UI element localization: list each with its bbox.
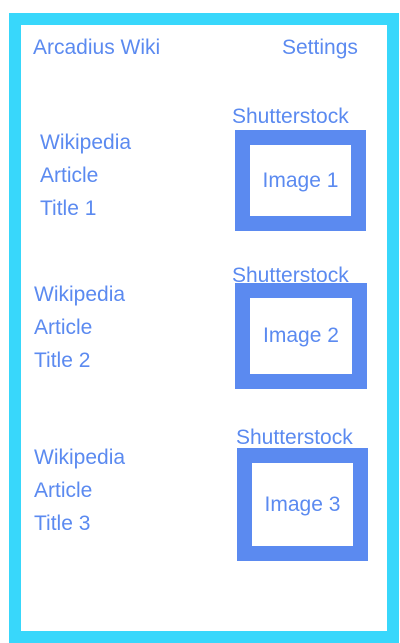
image-placeholder-label: Image 1 <box>262 168 339 192</box>
image-credit-3: Shutterstock <box>236 426 353 449</box>
article-image-2[interactable]: Image 2 <box>235 283 367 389</box>
app-title: Arcadius Wiki <box>33 36 161 59</box>
article-title-line: Wikipedia <box>34 283 126 306</box>
article-title-line: Article <box>40 164 99 187</box>
article-title-3[interactable]: Wikipedia Article Title 3 <box>34 441 204 540</box>
article-title-line: Title 1 <box>40 197 97 220</box>
image-credit-1: Shutterstock <box>232 105 349 128</box>
article-title-line: Wikipedia <box>40 131 132 154</box>
article-image-3[interactable]: Image 3 <box>237 448 368 561</box>
image-placeholder-label: Image 3 <box>264 492 341 516</box>
article-title-line: Wikipedia <box>34 446 126 469</box>
article-title-line: Title 3 <box>34 512 91 535</box>
article-title-2[interactable]: Wikipedia Article Title 2 <box>34 278 204 377</box>
article-title-1[interactable]: Wikipedia Article Title 1 <box>40 126 210 225</box>
article-title-line: Article <box>34 316 93 339</box>
image-placeholder-label: Image 2 <box>263 324 339 347</box>
article-title-line: Article <box>34 479 93 502</box>
settings-link[interactable]: Settings <box>282 35 358 61</box>
article-title-line: Title 2 <box>34 349 91 372</box>
article-image-1[interactable]: Image 1 <box>235 130 366 231</box>
